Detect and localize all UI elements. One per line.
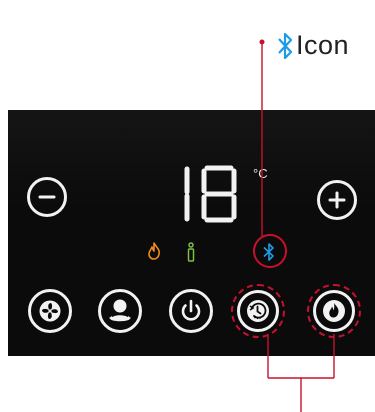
bluetooth-callout: Icon xyxy=(276,30,349,61)
power-icon xyxy=(181,299,201,321)
bluetooth-icon xyxy=(278,32,293,59)
timer-button[interactable] xyxy=(237,290,279,332)
info-indicator-icon xyxy=(187,242,195,262)
person-icon xyxy=(109,299,131,322)
temperature-display: 18 xyxy=(177,165,239,227)
power-button[interactable] xyxy=(169,289,213,333)
timer-icon xyxy=(247,300,269,322)
plus-icon xyxy=(328,191,346,209)
minus-icon xyxy=(38,195,56,199)
flame-icon xyxy=(323,300,345,322)
bluetooth-highlight-ring xyxy=(253,234,287,268)
info-indicator xyxy=(186,242,196,266)
fan-button[interactable] xyxy=(28,289,72,333)
fan-icon xyxy=(39,300,61,322)
increase-button[interactable] xyxy=(317,180,357,220)
flame-indicator xyxy=(147,242,161,264)
flame-indicator-icon xyxy=(148,242,160,260)
temperature-unit: °C xyxy=(253,166,268,181)
decrease-button[interactable] xyxy=(27,177,67,217)
callout-label: Icon xyxy=(296,30,350,60)
flame-button[interactable] xyxy=(313,290,355,332)
person-button[interactable] xyxy=(98,289,142,333)
